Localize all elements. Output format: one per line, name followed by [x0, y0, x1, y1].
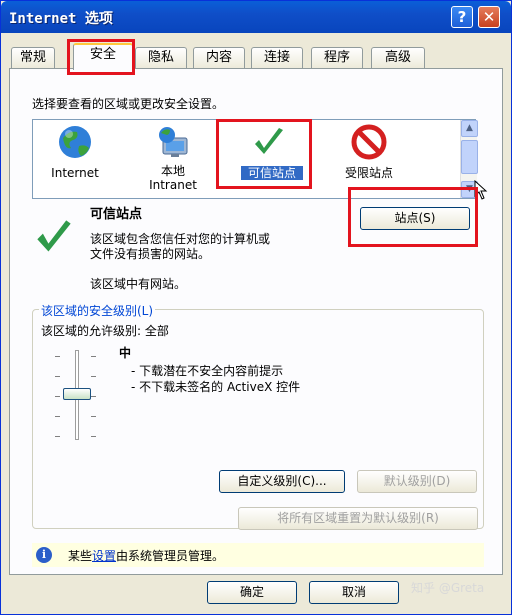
- highlight-box-security-tab: [67, 39, 135, 75]
- settings-link[interactable]: 设置: [92, 549, 116, 563]
- scroll-thumb[interactable]: [461, 140, 478, 174]
- cancel-button[interactable]: 取消: [309, 581, 399, 604]
- security-panel: 选择要查看的区域或更改安全设置。 Internet 本地 Intranet 可信…: [9, 68, 503, 575]
- highlight-box-sites-button: [348, 187, 478, 247]
- zone-has-sites-text: 该区域中有网站。: [90, 277, 187, 291]
- level-bullet-1: - 下载潜在不安全内容前提示: [131, 364, 284, 378]
- reset-all-zones-button[interactable]: 将所有区域重置为默认级别(R): [238, 507, 478, 530]
- level-bullet-2: - 不下载未签名的 ActiveX 控件: [131, 380, 301, 394]
- custom-level-button[interactable]: 自定义级别(C)...: [219, 470, 345, 493]
- slider-tick: [91, 436, 96, 437]
- slider-tick: [91, 416, 96, 417]
- zone-title: 可信站点: [90, 207, 143, 222]
- window-title: Internet 选项: [9, 11, 113, 27]
- security-slider-thumb[interactable]: [63, 388, 91, 400]
- default-level-button[interactable]: 默认级别(D): [357, 470, 477, 493]
- slider-tick: [55, 396, 60, 397]
- tab-advanced[interactable]: 高级: [371, 47, 425, 69]
- zone-local-intranet-label-1: 本地: [160, 164, 185, 178]
- slider-tick: [55, 436, 60, 437]
- security-level-title: 该区域的安全级别(L): [39, 302, 156, 319]
- zone-instruction: 选择要查看的区域或更改安全设置。: [32, 97, 225, 111]
- help-button[interactable]: ?: [451, 6, 473, 28]
- slider-tick: [55, 416, 60, 417]
- globe-icon: [59, 126, 91, 158]
- slider-tick: [55, 356, 60, 357]
- zone-internet[interactable]: Internet: [39, 120, 111, 198]
- intranet-icon: [159, 127, 188, 157]
- trusted-zone-checkmark-icon: [37, 220, 71, 252]
- restricted-icon: [351, 124, 387, 160]
- ok-button[interactable]: 确定: [207, 581, 297, 604]
- zone-restricted-sites-label: 受限站点: [344, 166, 393, 180]
- slider-tick: [55, 376, 60, 377]
- zone-internet-label: Internet: [51, 166, 99, 180]
- security-level-group: 该区域的安全级别(L) 该区域的允许级别: 全部 中 - 下载潜在不安全内容前提…: [32, 302, 484, 529]
- admin-info-bar: i 某些设置由系统管理员管理。: [32, 543, 484, 567]
- zone-description-line2: 文件没有损害的网站。: [90, 247, 211, 261]
- watermark-text: 知乎 @Greta: [411, 581, 485, 595]
- admin-info-text: 某些设置由系统管理员管理。: [68, 547, 224, 564]
- highlight-box-trusted-sites: [216, 119, 312, 189]
- info-prefix: 某些: [68, 549, 93, 563]
- allowed-level-text: 该区域的允许级别: 全部: [41, 324, 169, 338]
- tab-general[interactable]: 常规: [11, 47, 55, 69]
- info-icon: i: [36, 547, 52, 563]
- tab-content[interactable]: 内容: [193, 47, 245, 69]
- slider-tick: [91, 356, 96, 357]
- zone-local-intranet-label-2: Intranet: [149, 178, 197, 192]
- slider-tick: [91, 396, 96, 397]
- zone-local-intranet[interactable]: 本地 Intranet: [137, 120, 209, 198]
- tab-programs[interactable]: 程序: [311, 47, 363, 69]
- info-suffix: 由系统管理员管理。: [116, 549, 225, 563]
- title-bar[interactable]: Internet 选项 ? ✕: [1, 1, 511, 33]
- slider-tick: [91, 376, 96, 377]
- internet-options-dialog: Internet 选项 ? ✕ 常规 安全 隐私 内容 连接 程序 高级 选择要…: [0, 0, 512, 615]
- tab-connections[interactable]: 连接: [251, 47, 303, 69]
- close-button[interactable]: ✕: [478, 6, 500, 28]
- security-level-name: 中: [119, 346, 132, 360]
- tab-privacy[interactable]: 隐私: [135, 47, 187, 69]
- scroll-up-button[interactable]: ▲: [461, 120, 478, 137]
